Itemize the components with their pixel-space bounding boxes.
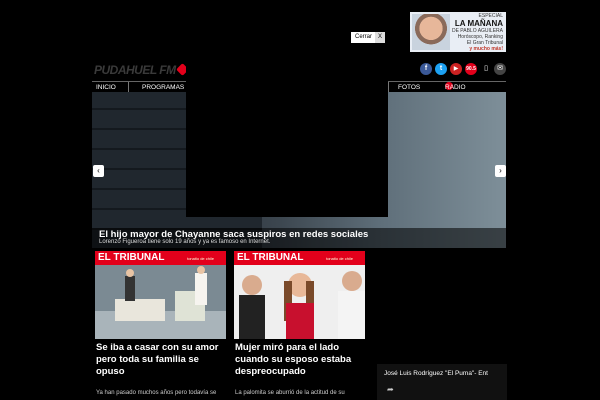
- article-thumbnail[interactable]: EL TRIBUNAL tonatio de chile: [95, 251, 226, 339]
- close-label: Cerrar: [355, 34, 373, 40]
- phone-icon[interactable]: ▯: [480, 63, 492, 75]
- video-player[interactable]: José Luis Rodríguez "El Puma"- Ent ➦: [377, 364, 507, 400]
- logo-text: PUDAHUEL FM: [94, 63, 176, 77]
- next-arrow-icon[interactable]: ›: [495, 165, 506, 177]
- people-photo: [234, 265, 365, 339]
- hero-caption[interactable]: El hijo mayor de Chayanne saca suspiros …: [92, 228, 506, 248]
- article-title[interactable]: Mujer miró para el lado cuando su esposo…: [235, 342, 369, 378]
- twitter-icon[interactable]: t: [435, 63, 447, 75]
- couple-cake-illustration: [95, 266, 226, 339]
- facebook-icon[interactable]: f: [420, 63, 432, 75]
- article-summary: La palomita se aburrió de la actitud de …: [235, 390, 345, 396]
- article-thumbnail[interactable]: EL TRIBUNAL tonatio de chile: [234, 251, 365, 339]
- youtube-icon[interactable]: ▶: [450, 63, 462, 75]
- prev-arrow-icon[interactable]: ‹: [93, 165, 104, 177]
- hero-subtitle: Lorenzo Figueroa tiene solo 19 años y ya…: [99, 239, 271, 245]
- article-title[interactable]: Se iba a casar con su amor pero toda su …: [96, 342, 230, 378]
- video-title[interactable]: José Luis Rodríguez "El Puma"- Ent: [384, 370, 488, 377]
- promo-banner[interactable]: ESPECIAL LA MAÑANA DE PABLO AGUILERA Hor…: [410, 12, 506, 52]
- site-logo[interactable]: PUDAHUEL FM: [94, 63, 189, 77]
- promo-line: y mucho más!: [469, 46, 503, 52]
- close-icon[interactable]: X: [375, 32, 385, 43]
- promo-text: ESPECIAL LA MAÑANA DE PABLO AGUILERA Hor…: [452, 13, 503, 52]
- overlay-ad: [186, 52, 388, 217]
- frequency-icon[interactable]: 90.5: [465, 63, 477, 75]
- share-icon[interactable]: ➦: [387, 385, 394, 394]
- host-photo: [412, 14, 450, 50]
- promo-heading: LA MAÑANA: [454, 19, 503, 28]
- article-summary: Ya han pasado muchos años pero todavía s…: [96, 390, 217, 396]
- close-button[interactable]: Cerrar X: [351, 32, 385, 43]
- mail-icon[interactable]: ✉: [494, 63, 506, 75]
